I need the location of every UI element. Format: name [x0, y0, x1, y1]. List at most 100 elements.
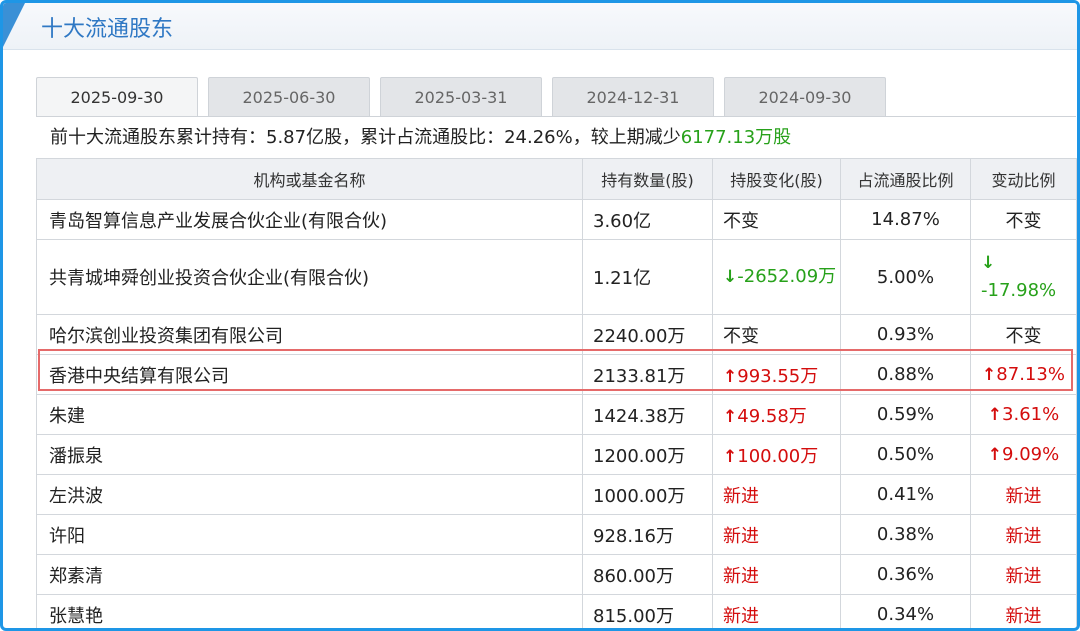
cell-change: 新进	[712, 474, 841, 515]
cell-text: 不变	[723, 325, 759, 347]
cell-name: 共青城坤舜创业投资合伙企业(有限合伙)	[36, 239, 583, 315]
cell-var: ↓ -17.98%	[970, 239, 1077, 315]
table-row: 郑素清 860.00万 新进 0.36% 新进	[36, 554, 1077, 595]
cell-var: 新进	[970, 474, 1077, 515]
cell-text: 5.00%	[876, 266, 935, 288]
cell-text: 9.09%	[1002, 444, 1060, 465]
cell-text: 新进	[1005, 525, 1042, 547]
cell-pct: 0.41%	[840, 474, 971, 515]
cell-text: 不变	[1005, 210, 1042, 232]
cell-name: 潘振泉	[36, 434, 583, 475]
table-row: 潘振泉 1200.00万 ↑100.00万 0.50% ↑9.09%	[36, 434, 1077, 475]
section-title: 十大流通股东	[41, 17, 174, 42]
arrow-up-icon: ↑	[723, 406, 738, 427]
cell-text: 0.38%	[876, 524, 935, 545]
cell-text: 左洪波	[49, 485, 103, 507]
cell-text: 815.00万	[593, 605, 674, 627]
cell-pct: 0.36%	[840, 554, 971, 595]
arrow-up-icon: ↑	[987, 405, 1003, 425]
table-row: 朱建 1424.38万 ↑49.58万 0.59% ↑3.61%	[36, 394, 1077, 435]
tab-2024-09-30[interactable]: 2024-09-30	[724, 77, 886, 116]
cell-pct: 14.87%	[840, 199, 971, 240]
cell-change: ↑100.00万	[712, 434, 841, 475]
shareholders-panel: 十大流通股东 2025-09-30 2025-06-30 2025-03-31 …	[0, 0, 1080, 631]
corner-decoration	[3, 3, 25, 47]
cell-pct: 0.93%	[840, 314, 971, 355]
table-header-row: 机构或基金名称 持有数量(股) 持股变化(股) 占流通股比例 变动比例	[36, 158, 1077, 200]
cell-text: 张慧艳	[49, 605, 103, 627]
cell-var: 新进	[970, 594, 1077, 628]
cell-text: 0.41%	[876, 484, 935, 505]
cell-text: 新进	[1005, 565, 1042, 587]
cell-hold: 1200.00万	[582, 434, 713, 475]
cell-name: 张慧艳	[36, 594, 583, 628]
cell-text: 0.59%	[876, 404, 935, 425]
tab-2025-06-30[interactable]: 2025-06-30	[208, 77, 370, 116]
cell-change: ↑49.58万	[712, 394, 841, 435]
arrow-down-icon: ↓	[723, 267, 738, 287]
cell-hold: 1.21亿	[582, 239, 713, 315]
cell-text: 87.13%	[996, 364, 1065, 385]
col-header-var: 变动比例	[970, 158, 1077, 200]
cell-change: 新进	[712, 594, 841, 628]
cell-text: 928.16万	[593, 525, 674, 547]
table-row: 许阳 928.16万 新进 0.38% 新进	[36, 514, 1077, 555]
cell-change: ↓-2652.09万	[712, 239, 841, 315]
cell-text: 3.61%	[1002, 404, 1060, 425]
shareholders-table: 机构或基金名称 持有数量(股) 持股变化(股) 占流通股比例 变动比例 青岛智算…	[36, 158, 1077, 628]
cell-text: 1200.00万	[593, 445, 686, 467]
cell-text: 郑素清	[49, 565, 103, 587]
tab-2025-03-31[interactable]: 2025-03-31	[380, 77, 542, 116]
cell-text: 3.60亿	[593, 210, 652, 232]
cell-var: 新进	[970, 554, 1077, 595]
cell-text: 新进	[723, 565, 759, 587]
cell-name: 青岛智算信息产业发展合伙企业(有限合伙)	[36, 199, 583, 240]
cell-name: 香港中央结算有限公司	[36, 354, 583, 395]
col-header-pct: 占流通股比例	[840, 158, 971, 200]
cell-text: 100.00万	[737, 445, 819, 467]
cell-text: 新进	[723, 605, 759, 627]
cell-change: 不变	[712, 314, 841, 355]
cell-name: 哈尔滨创业投资集团有限公司	[36, 314, 583, 355]
table-row: 哈尔滨创业投资集团有限公司 2240.00万 不变 0.93% 不变	[36, 314, 1077, 355]
cell-text: 49.58万	[737, 405, 807, 427]
cell-pct: 0.59%	[840, 394, 971, 435]
cell-text: 哈尔滨创业投资集团有限公司	[49, 325, 283, 347]
cell-text: 14.87%	[871, 209, 940, 230]
cell-pct: 5.00%	[840, 239, 971, 315]
col-header-name: 机构或基金名称	[36, 158, 583, 200]
cell-pct: 0.34%	[840, 594, 971, 628]
summary-line: 前十大流通股东累计持有：5.87亿股，累计占流通股比：24.26%，较上期减少6…	[36, 116, 1076, 158]
table-body: 青岛智算信息产业发展合伙企业(有限合伙) 3.60亿 不变 14.87% 不变 共青城坤舜…	[36, 199, 1077, 628]
cell-name: 朱建	[36, 394, 583, 435]
table-row: 共青城坤舜创业投资合伙企业(有限合伙) 1.21亿 ↓-2652.09万 5.00% ↓…	[36, 239, 1077, 315]
cell-text: 潘振泉	[49, 445, 103, 467]
arrow-up-icon: ↑	[982, 365, 997, 385]
cell-text: 0.50%	[876, 444, 935, 465]
cell-change: 不变	[712, 199, 841, 240]
cell-hold: 2133.81万	[582, 354, 713, 395]
cell-hold: 2240.00万	[582, 314, 713, 355]
cell-hold: 860.00万	[582, 554, 713, 595]
table-row: 张慧艳 815.00万 新进 0.34% 新进	[36, 594, 1077, 628]
summary-text: 前十大流通股东累计持有：5.87亿股，累计占流通股比：24.26%，较上期减少	[50, 127, 681, 148]
cell-text: 新进	[1005, 485, 1042, 507]
cell-pct: 0.88%	[840, 354, 971, 395]
cell-text: 香港中央结算有限公司	[49, 365, 229, 387]
cell-var: 不变	[970, 199, 1077, 240]
cell-text: 新进	[723, 485, 759, 507]
cell-text: 993.55万	[737, 365, 819, 387]
cell-var: ↑9.09%	[970, 434, 1077, 475]
cell-text: 新进	[1005, 605, 1042, 627]
cell-name: 郑素清	[36, 554, 583, 595]
cell-text: 2240.00万	[593, 325, 686, 347]
tab-2025-09-30[interactable]: 2025-09-30	[36, 77, 198, 116]
panel-header: 十大流通股东	[3, 3, 1077, 50]
cell-var: ↑3.61%	[970, 394, 1077, 435]
cell-text: 0.36%	[876, 564, 935, 585]
cell-text: 新进	[723, 525, 759, 547]
cell-hold: 1000.00万	[582, 474, 713, 515]
arrow-up-icon: ↑	[723, 366, 738, 387]
tab-2024-12-31[interactable]: 2024-12-31	[552, 77, 714, 116]
cell-change: 新进	[712, 554, 841, 595]
